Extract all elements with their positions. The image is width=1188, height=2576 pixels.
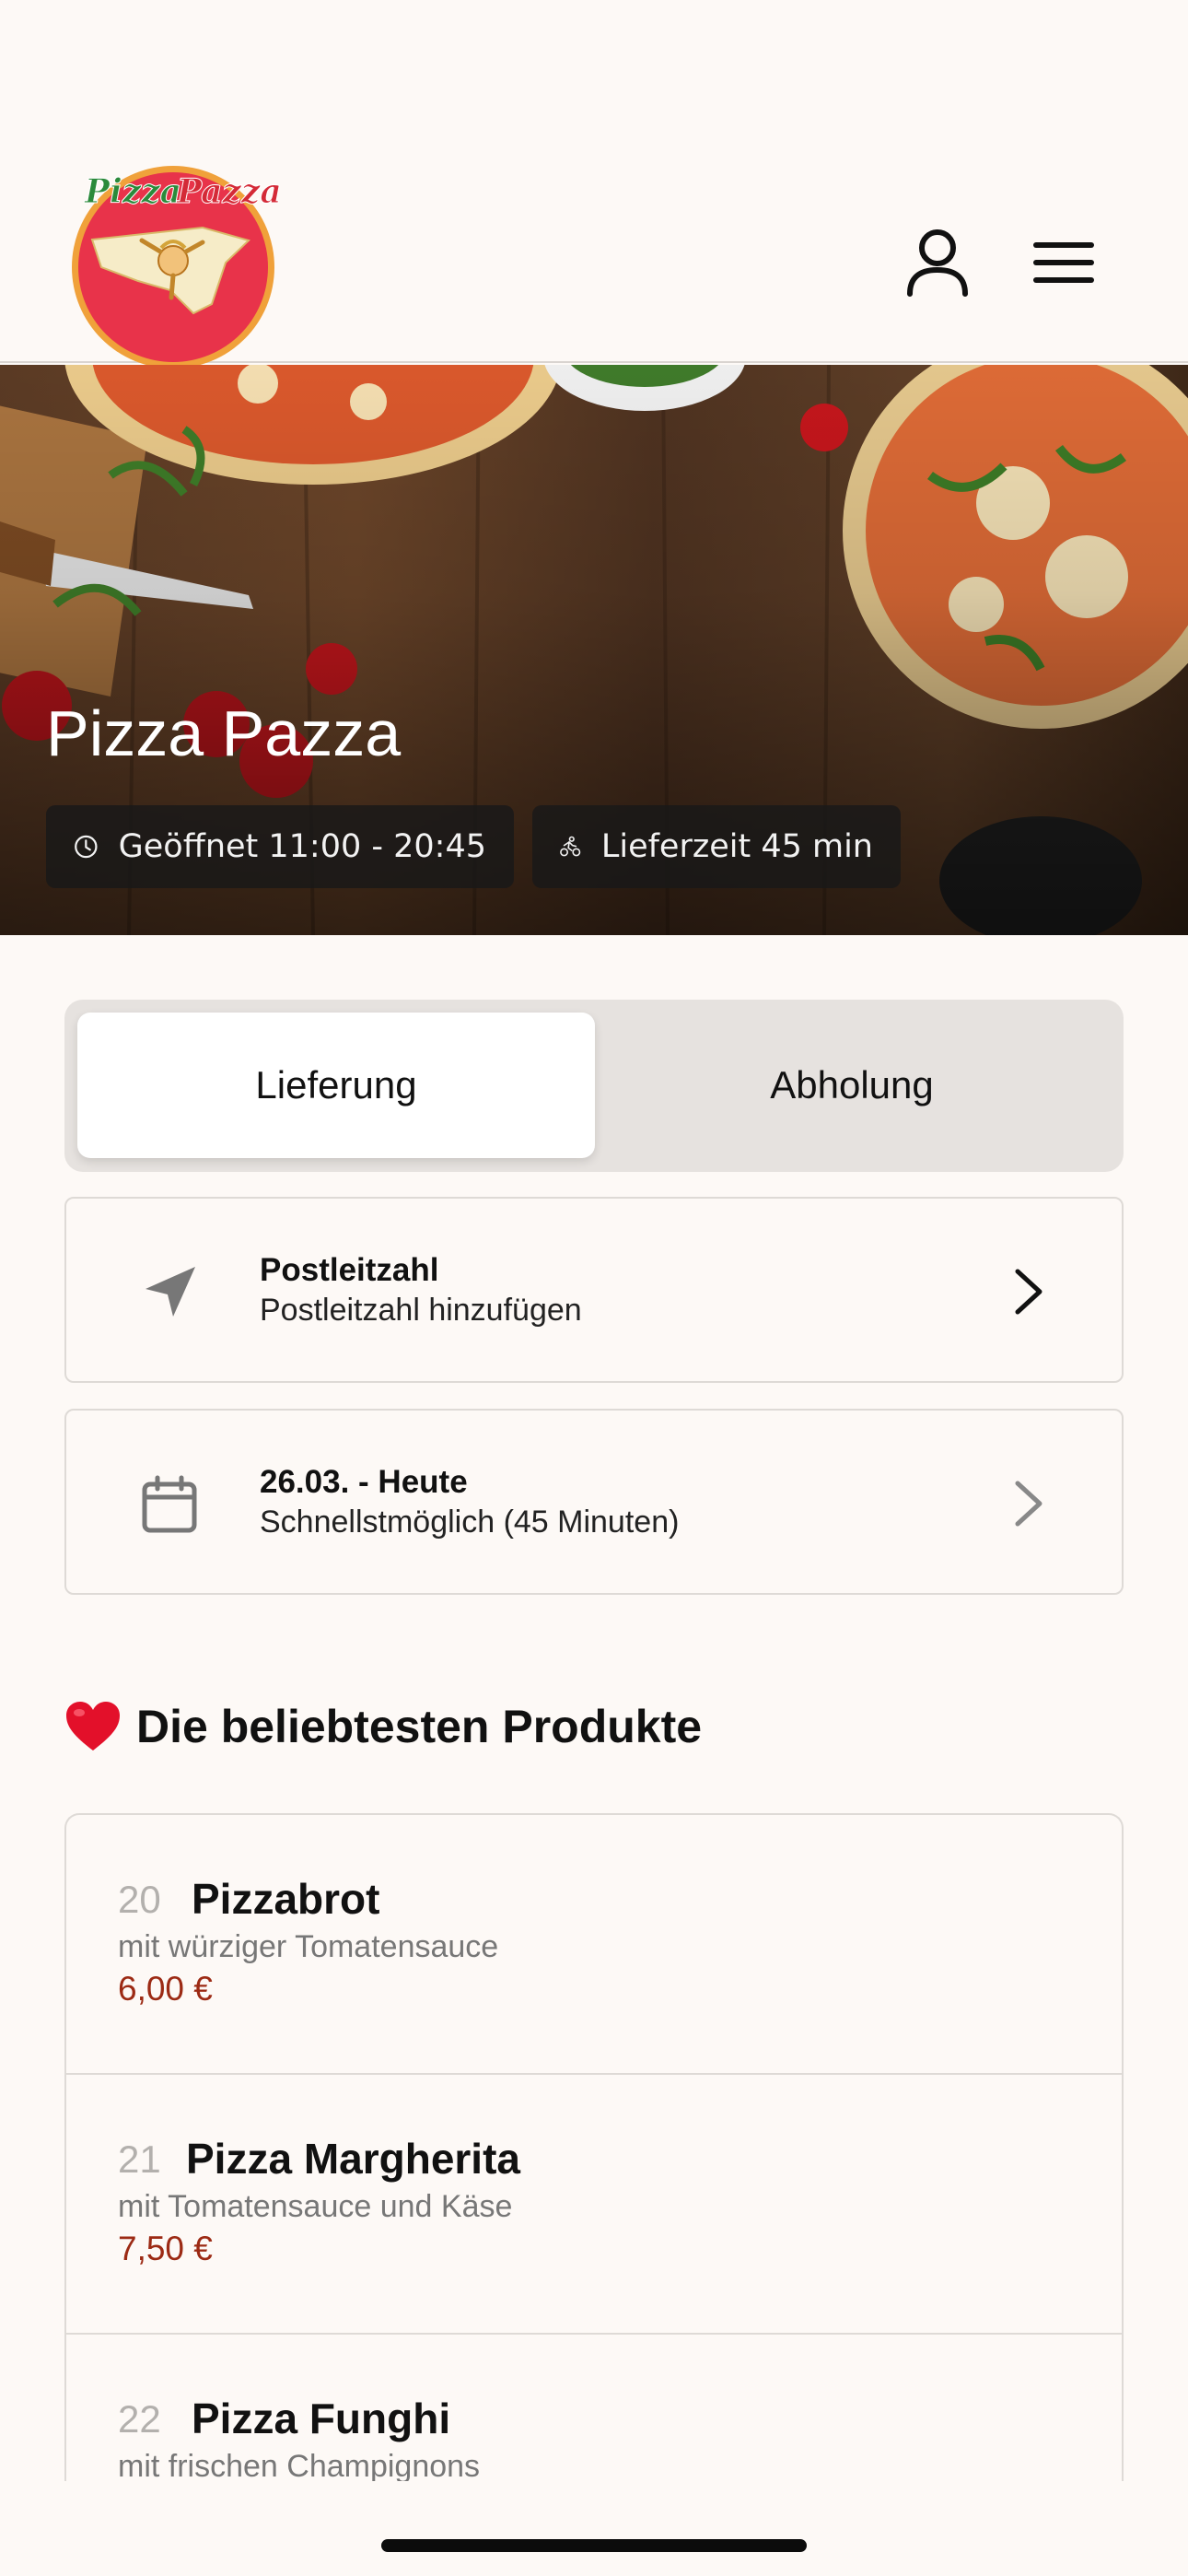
delivery-time-badge: Lieferzeit 45 min — [532, 805, 901, 888]
product-item[interactable]: 20 Pizzabrot mit würziger Tomatensauce 6… — [66, 1815, 1122, 2075]
product-name: Pizzabrot — [192, 1875, 380, 1923]
location-arrow-icon — [133, 1256, 206, 1329]
delivery-date-subtitle: Schnellstmöglich (45 Minuten) — [260, 1505, 680, 1540]
svg-text:Pizza: Pizza — [84, 172, 181, 211]
chevron-right-icon — [996, 1471, 1061, 1536]
product-number: 20 — [118, 1878, 161, 1921]
product-number: 21 — [118, 2137, 161, 2181]
app-header: Pizza Pazza — [0, 0, 1188, 369]
tab-delivery[interactable]: Lieferung — [77, 1013, 595, 1158]
product-name: Pizza Funghi — [192, 2395, 451, 2442]
hero-banner: Pizza Pazza Geöffnet 11:00 - 20:45 Liefe… — [0, 365, 1188, 935]
popular-products-heading: Die beliebtesten Produkte — [64, 1700, 702, 1753]
product-description: mit frischen Champignons — [118, 2449, 481, 2481]
hamburger-menu-icon[interactable] — [1022, 221, 1105, 304]
opening-hours-text: Geöffnet 11:00 - 20:45 — [118, 828, 486, 865]
home-indicator[interactable] — [381, 2539, 807, 2552]
postal-code-subtitle: Postleitzahl hinzufügen — [260, 1293, 582, 1328]
product-item[interactable]: 21 Pizza Margherita mit Tomatensauce und… — [66, 2075, 1122, 2335]
chevron-right-icon — [996, 1259, 1061, 1324]
clock-icon — [75, 835, 98, 859]
product-item[interactable]: 22 Pizza Funghi mit frischen Champignons — [66, 2335, 1122, 2481]
bike-courier-icon — [560, 836, 581, 857]
order-mode-toggle: Lieferung Abholung — [64, 1000, 1124, 1172]
calendar-icon — [133, 1468, 206, 1541]
red-heart-icon — [66, 1702, 120, 1751]
delivery-time-text: Lieferzeit 45 min — [600, 828, 873, 865]
product-number: 22 — [118, 2397, 161, 2441]
popular-products-title: Die beliebtesten Produkte — [136, 1701, 703, 1752]
postal-code-card[interactable]: Postleitzahl Postleitzahl hinzufügen — [64, 1197, 1124, 1383]
product-description: mit würziger Tomatensauce — [118, 1929, 499, 1964]
product-price: 7,50 € — [118, 2230, 213, 2267]
tab-pickup[interactable]: Abholung — [593, 1013, 1111, 1158]
delivery-date-title: 26.03. - Heute — [260, 1464, 468, 1500]
product-price: 6,00 € — [118, 1970, 213, 2008]
opening-hours-badge: Geöffnet 11:00 - 20:45 — [46, 805, 514, 888]
product-list: 20 Pizzabrot mit würziger Tomatensauce 6… — [64, 1813, 1124, 2481]
product-description: mit Tomatensauce und Käse — [118, 2189, 513, 2224]
postal-code-title: Postleitzahl — [260, 1252, 439, 1288]
delivery-date-card[interactable]: 26.03. - Heute Schnellstmöglich (45 Minu… — [64, 1409, 1124, 1595]
person-icon[interactable] — [896, 221, 979, 304]
product-name: Pizza Margherita — [186, 2135, 520, 2183]
pizza-pazza-logo[interactable]: Pizza Pazza — [64, 152, 285, 369]
restaurant-name: Pizza Pazza — [46, 697, 402, 769]
svg-text:Pazza: Pazza — [176, 172, 282, 211]
